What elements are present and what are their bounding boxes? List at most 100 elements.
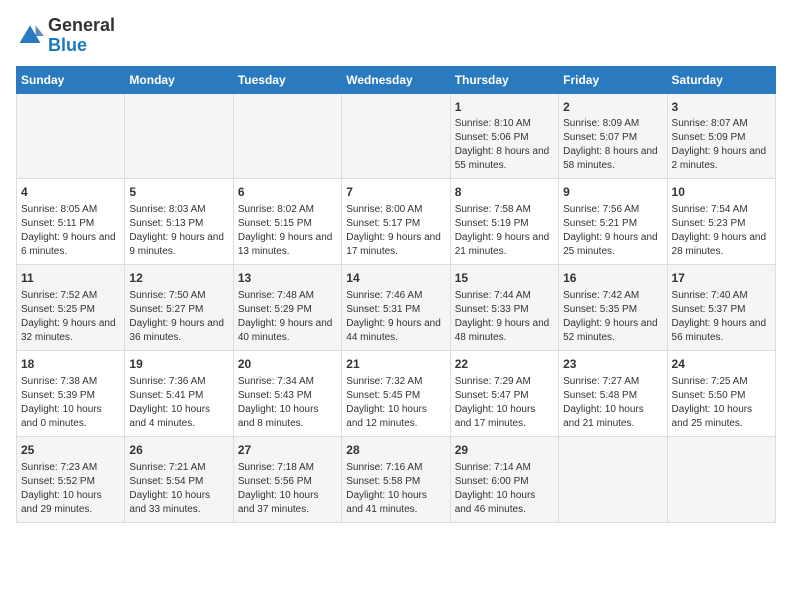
day-number: 5 [129, 184, 228, 201]
sunset-text: Sunset: 5:52 PM [21, 475, 120, 489]
day-number: 3 [672, 99, 771, 116]
day-number: 25 [21, 442, 120, 459]
daylight-text: Daylight: 10 hours and 12 minutes. [346, 403, 445, 431]
calendar-cell: 23Sunrise: 7:27 AMSunset: 5:48 PMDayligh… [559, 350, 667, 436]
daylight-text: Daylight: 9 hours and 13 minutes. [238, 231, 337, 259]
calendar-table: SundayMondayTuesdayWednesdayThursdayFrid… [16, 66, 776, 523]
calendar-cell [233, 93, 341, 179]
day-number: 1 [455, 99, 554, 116]
daylight-text: Daylight: 10 hours and 17 minutes. [455, 403, 554, 431]
daylight-text: Daylight: 9 hours and 44 minutes. [346, 317, 445, 345]
calendar-cell: 21Sunrise: 7:32 AMSunset: 5:45 PMDayligh… [342, 350, 450, 436]
daylight-text: Daylight: 9 hours and 36 minutes. [129, 317, 228, 345]
calendar-cell: 29Sunrise: 7:14 AMSunset: 6:00 PMDayligh… [450, 436, 558, 522]
sunrise-text: Sunrise: 7:52 AM [21, 289, 120, 303]
sunrise-text: Sunrise: 7:44 AM [455, 289, 554, 303]
page: General Blue SundayMondayTuesdayWednesda… [0, 0, 792, 531]
sunrise-text: Sunrise: 8:07 AM [672, 117, 771, 131]
sunset-text: Sunset: 5:11 PM [21, 217, 120, 231]
sunrise-text: Sunrise: 7:34 AM [238, 375, 337, 389]
sunrise-text: Sunrise: 7:38 AM [21, 375, 120, 389]
day-number: 13 [238, 270, 337, 287]
daylight-text: Daylight: 9 hours and 6 minutes. [21, 231, 120, 259]
day-number: 9 [563, 184, 662, 201]
header-area: General Blue [16, 16, 776, 56]
day-number: 28 [346, 442, 445, 459]
sunrise-text: Sunrise: 7:48 AM [238, 289, 337, 303]
day-number: 12 [129, 270, 228, 287]
calendar-cell: 5Sunrise: 8:03 AMSunset: 5:13 PMDaylight… [125, 179, 233, 265]
sunrise-text: Sunrise: 7:40 AM [672, 289, 771, 303]
calendar-cell: 28Sunrise: 7:16 AMSunset: 5:58 PMDayligh… [342, 436, 450, 522]
header-day-friday: Friday [559, 66, 667, 93]
sunrise-text: Sunrise: 7:42 AM [563, 289, 662, 303]
sunset-text: Sunset: 5:54 PM [129, 475, 228, 489]
sunrise-text: Sunrise: 7:23 AM [21, 461, 120, 475]
sunrise-text: Sunrise: 8:10 AM [455, 117, 554, 131]
sunset-text: Sunset: 5:33 PM [455, 303, 554, 317]
daylight-text: Daylight: 9 hours and 48 minutes. [455, 317, 554, 345]
calendar-cell: 3Sunrise: 8:07 AMSunset: 5:09 PMDaylight… [667, 93, 775, 179]
daylight-text: Daylight: 9 hours and 21 minutes. [455, 231, 554, 259]
calendar-cell: 27Sunrise: 7:18 AMSunset: 5:56 PMDayligh… [233, 436, 341, 522]
sunset-text: Sunset: 5:06 PM [455, 131, 554, 145]
sunset-text: Sunset: 5:09 PM [672, 131, 771, 145]
calendar-cell: 14Sunrise: 7:46 AMSunset: 5:31 PMDayligh… [342, 265, 450, 351]
calendar-cell: 24Sunrise: 7:25 AMSunset: 5:50 PMDayligh… [667, 350, 775, 436]
sunrise-text: Sunrise: 7:18 AM [238, 461, 337, 475]
daylight-text: Daylight: 10 hours and 25 minutes. [672, 403, 771, 431]
calendar-cell: 4Sunrise: 8:05 AMSunset: 5:11 PMDaylight… [17, 179, 125, 265]
header-day-wednesday: Wednesday [342, 66, 450, 93]
daylight-text: Daylight: 10 hours and 33 minutes. [129, 489, 228, 517]
calendar-cell [559, 436, 667, 522]
calendar-cell: 12 Sunrise: 7:50 AMSunset: 5:27 PMDayligh… [125, 265, 233, 351]
sunrise-text: Sunrise: 8:09 AM [563, 117, 662, 131]
daylight-text: Daylight: 9 hours and 32 minutes. [21, 317, 120, 345]
week-row-5: 25 Sunrise: 7:23 AMSunset: 5:52 PM Dayligh… [17, 436, 776, 522]
sunrise-text: Sunrise: 7:36 AM [129, 375, 228, 389]
sunset-text: Sunset: 5:13 PM [129, 217, 228, 231]
calendar-cell: 17Sunrise: 7:40 AMSunset: 5:37 PMDayligh… [667, 265, 775, 351]
day-number: 16 [563, 270, 662, 287]
logo: General Blue [16, 16, 115, 56]
sunrise-text: Sunrise: 7:29 AM [455, 375, 554, 389]
calendar-cell: 1Sunrise: 8:10 AMSunset: 5:06 PMDaylight… [450, 93, 558, 179]
sunrise-text: Sunrise: 7:16 AM [346, 461, 445, 475]
week-row-3: 11Sunrise: 7:52 AMSunset: 5:25 PMDayligh… [17, 265, 776, 351]
day-number: 19 [129, 356, 228, 373]
sunset-text: Sunset: 5:27 PM [129, 303, 228, 317]
day-number: 29 [455, 442, 554, 459]
day-number: 17 [672, 270, 771, 287]
header-day-sunday: Sunday [17, 66, 125, 93]
day-number: 18 [21, 356, 120, 373]
daylight-text: Daylight: 9 hours and 2 minutes. [672, 145, 771, 173]
daylight-text: Daylight: 8 hours and 58 minutes. [563, 145, 662, 173]
daylight-text: Daylight: 9 hours and 28 minutes. [672, 231, 771, 259]
sunrise-text: Sunrise: 7:46 AM [346, 289, 445, 303]
calendar-cell [17, 93, 125, 179]
sunrise-text: Sunrise: 7:32 AM [346, 375, 445, 389]
sunset-text: Sunset: 5:21 PM [563, 217, 662, 231]
day-number: 23 [563, 356, 662, 373]
calendar-cell: 13Sunrise: 7:48 AMSunset: 5:29 PMDayligh… [233, 265, 341, 351]
calendar-cell: 16Sunrise: 7:42 AMSunset: 5:35 PMDayligh… [559, 265, 667, 351]
calendar-cell [125, 93, 233, 179]
sunset-text: Sunset: 5:23 PM [672, 217, 771, 231]
day-number: 15 [455, 270, 554, 287]
calendar-cell: 26Sunrise: 7:21 AMSunset: 5:54 PMDayligh… [125, 436, 233, 522]
daylight-text: Daylight: 10 hours and 41 minutes. [346, 489, 445, 517]
sunset-text: Sunset: 5:41 PM [129, 389, 228, 403]
sunset-text: Sunset: 5:37 PM [672, 303, 771, 317]
sunrise-text: Sunrise: 7:25 AM [672, 375, 771, 389]
sunset-text: Sunset: 5:17 PM [346, 217, 445, 231]
daylight-text: Daylight: 10 hours and 4 minutes. [129, 403, 228, 431]
sunrise-text: Sunrise: 8:00 AM [346, 203, 445, 217]
header-day-tuesday: Tuesday [233, 66, 341, 93]
sunrise-text: Sunrise: 7:14 AM [455, 461, 554, 475]
daylight-text: Daylight: 9 hours and 17 minutes. [346, 231, 445, 259]
sunrise-text: Sunrise: 7:50 AM [129, 289, 228, 303]
daylight-text: Daylight: 8 hours and 55 minutes. [455, 145, 554, 173]
header-day-monday: Monday [125, 66, 233, 93]
daylight-text: Daylight: 10 hours and 0 minutes. [21, 403, 120, 431]
calendar-cell: 25Sunrise: 7:23 AMSunset: 5:52 PMDayligh… [17, 436, 125, 522]
